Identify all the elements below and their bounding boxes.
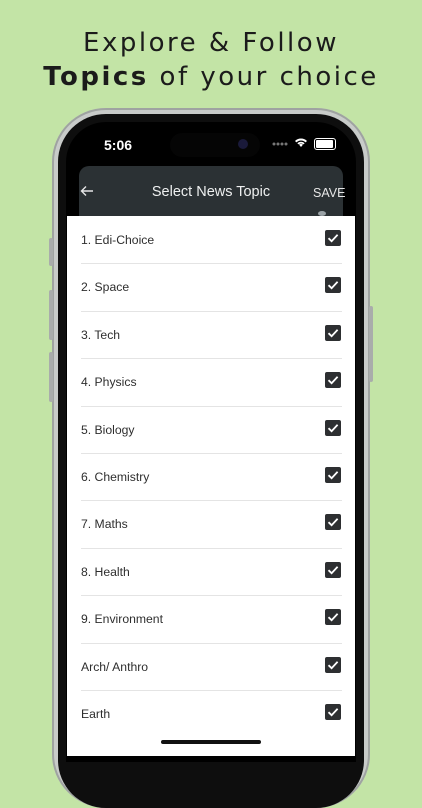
topic-row[interactable]: 1. Edi-Choice: [81, 216, 342, 265]
checkmark-icon: [327, 281, 339, 290]
topic-label: 6. Chemistry: [81, 470, 150, 484]
topic-row[interactable]: Arch/ Anthro: [81, 643, 342, 691]
promo-line-2-rest: of your choice: [148, 62, 379, 92]
topic-checkbox[interactable]: [325, 277, 341, 294]
topic-row[interactable]: 2. Space: [81, 263, 342, 312]
checkmark-icon: [327, 708, 339, 717]
home-indicator[interactable]: [161, 740, 261, 744]
topic-label: Earth: [81, 707, 111, 721]
phone-volume-down: [49, 352, 53, 402]
topic-label: 2. Space: [81, 280, 130, 295]
phone-mute-switch: [49, 238, 53, 266]
topic-checkbox[interactable]: [325, 514, 341, 531]
promo-headline: Explore & Follow Topics of your choice: [0, 26, 422, 94]
checkmark-icon: [327, 518, 339, 527]
checkmark-icon: [327, 423, 339, 433]
topic-row[interactable]: Earth: [81, 690, 342, 737]
checkmark-icon: [327, 328, 339, 338]
topic-row[interactable]: 5. Biology: [81, 406, 342, 454]
wifi-icon: [294, 137, 308, 151]
topic-label: 5. Biology: [81, 422, 135, 437]
topic-row[interactable]: 9. Environment: [81, 595, 342, 644]
topic-checkbox[interactable]: [325, 704, 341, 720]
checkmark-icon: [327, 660, 339, 670]
phone-power-button: [369, 306, 373, 382]
battery-icon: [314, 138, 336, 150]
checkmark-icon: [327, 234, 339, 243]
promo-line-1: Explore & Follow: [83, 28, 339, 58]
topic-checkbox[interactable]: [325, 656, 341, 673]
page-title: Select News Topic: [151, 184, 271, 200]
topic-row[interactable]: 7. Maths: [81, 500, 342, 549]
topic-label: 1. Edi-Choice: [81, 233, 155, 247]
checkmark-icon: [327, 565, 339, 575]
save-button[interactable]: SAVE: [313, 186, 345, 200]
topic-label: 7. Maths: [81, 517, 128, 532]
status-time: 5:06: [104, 137, 133, 153]
topic-label: 3. Tech: [81, 327, 121, 342]
topic-row[interactable]: 6. Chemistry: [81, 453, 342, 502]
topic-checkbox[interactable]: [325, 419, 341, 436]
topic-checkbox[interactable]: [325, 324, 341, 341]
signal-icon: [272, 137, 288, 151]
promo-line-2-bold: Topics: [43, 62, 149, 92]
topic-row[interactable]: 8. Health: [81, 548, 342, 597]
topic-checkbox[interactable]: [325, 609, 341, 626]
checkmark-icon: [327, 376, 339, 385]
promo-line-2: Topics of your choice: [0, 60, 422, 94]
topic-label: 8. Health: [81, 564, 130, 579]
topic-checkbox[interactable]: [325, 561, 341, 578]
checkmark-icon: [327, 613, 339, 622]
topic-label: 9. Environment: [81, 612, 163, 627]
topic-checkbox[interactable]: [325, 230, 341, 246]
topic-row[interactable]: 3. Tech: [81, 311, 342, 360]
camera-icon: [238, 139, 248, 149]
status-icons: [272, 137, 336, 151]
checkmark-icon: [327, 471, 339, 480]
topic-label: 4. Physics: [81, 375, 137, 390]
phone-volume-up: [49, 290, 53, 340]
topic-checkbox[interactable]: [325, 467, 341, 483]
topic-checkbox[interactable]: [325, 372, 341, 389]
topic-label: Arch/ Anthro: [81, 659, 149, 674]
topic-row[interactable]: 4. Physics: [81, 358, 342, 407]
